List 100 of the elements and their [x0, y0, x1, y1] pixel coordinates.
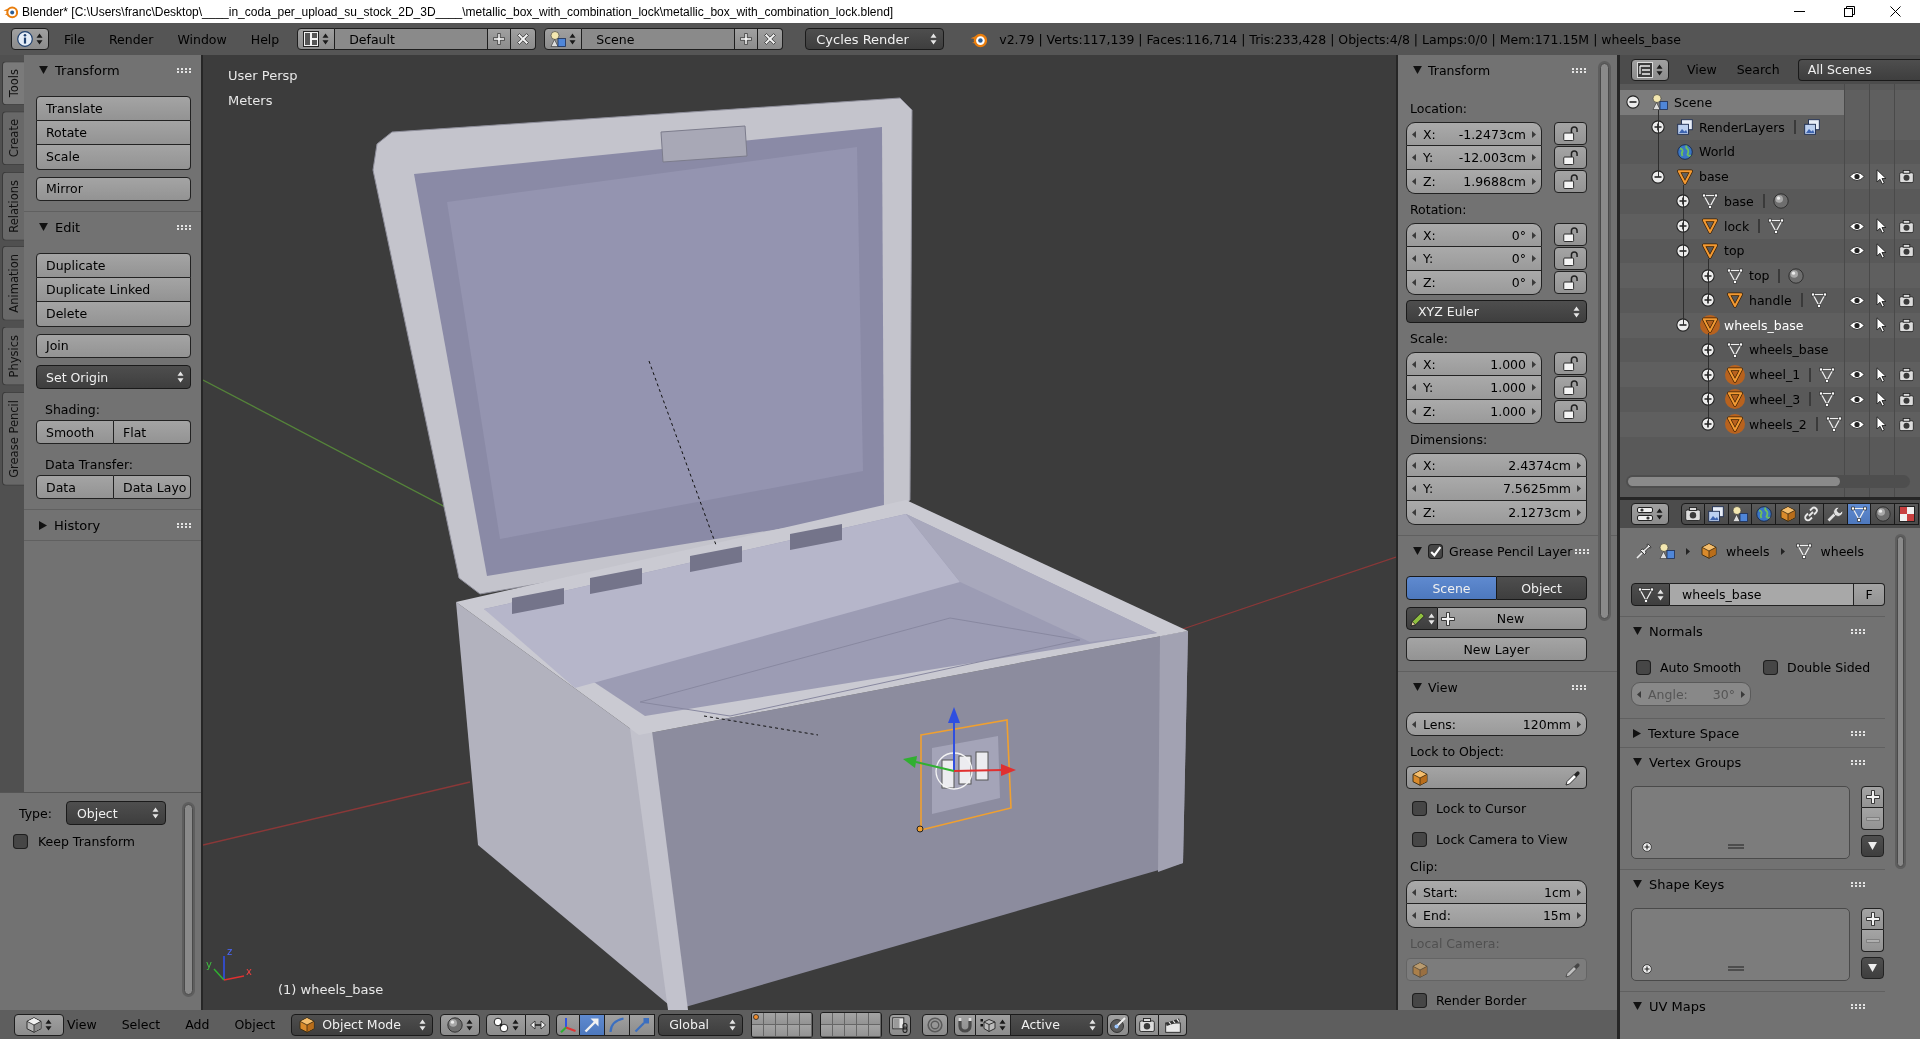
editor-type-dropdown[interactable] — [14, 1013, 64, 1036]
outliner-item[interactable]: Scene — [1620, 90, 1920, 115]
panel-header[interactable]: Texture Space — [1620, 719, 1885, 747]
outliner-item[interactable]: wheel_1 — [1620, 362, 1920, 387]
menu-item[interactable]: Help — [238, 31, 292, 47]
number-field[interactable]: X: 0° — [1406, 223, 1542, 247]
fake-user-button[interactable]: F — [1854, 583, 1885, 606]
lock-toggle[interactable] — [1554, 146, 1587, 169]
eye-icon[interactable] — [1848, 418, 1865, 430]
number-field[interactable]: Z: 2.1273cm — [1406, 501, 1587, 525]
number-field[interactable]: X: 1.000 — [1406, 352, 1542, 376]
mesh-browse-dropdown[interactable] — [1631, 583, 1670, 606]
display-mode-dropdown[interactable]: All Scenes — [1797, 58, 1920, 81]
context-tab[interactable] — [1728, 503, 1753, 525]
lock-toggle[interactable] — [1554, 247, 1587, 270]
outliner-item[interactable]: base — [1620, 189, 1920, 214]
layer-button[interactable] — [821, 1012, 834, 1025]
eye-icon[interactable] — [1848, 294, 1865, 306]
layer-button[interactable] — [869, 1012, 882, 1025]
layer-button[interactable] — [776, 1012, 789, 1025]
camera-icon[interactable] — [1899, 416, 1914, 432]
tool-button[interactable]: Rotate — [36, 120, 191, 145]
checkbox-label[interactable]: Lock to Cursor — [1436, 800, 1527, 816]
new-layer-button[interactable]: New Layer — [1406, 637, 1587, 661]
eye-icon[interactable] — [1848, 171, 1865, 183]
remove-button[interactable] — [758, 28, 784, 50]
layer-link-button[interactable] — [889, 1013, 912, 1036]
number-field[interactable]: Start: 1cm — [1406, 880, 1587, 904]
camera-icon[interactable] — [1899, 169, 1914, 185]
tool-button[interactable]: Duplicate Linked — [36, 277, 191, 302]
screen-layout-field[interactable]: Default — [335, 28, 489, 50]
pivot-dropdown[interactable] — [486, 1013, 527, 1036]
pin-icon[interactable] — [1636, 543, 1652, 559]
lock-toggle[interactable] — [1554, 271, 1587, 294]
cursor-arrow-icon[interactable] — [1876, 292, 1887, 309]
pivot-toggle[interactable] — [526, 1013, 551, 1036]
shelf-tab[interactable]: Tools — [2, 61, 24, 106]
menu-item[interactable]: Window — [165, 31, 239, 47]
menu-item[interactable]: View — [1687, 62, 1717, 77]
context-tab[interactable] — [1752, 503, 1777, 525]
context-tab[interactable] — [1776, 503, 1800, 525]
close-icon[interactable] — [1890, 6, 1901, 17]
transform-manipulator[interactable] — [903, 707, 1016, 790]
outliner-item[interactable]: RenderLayers — [1620, 114, 1920, 140]
snap-element-dropdown[interactable] — [976, 1013, 1012, 1036]
camera-icon[interactable] — [1899, 218, 1914, 234]
camera-icon[interactable] — [1899, 292, 1914, 308]
panel-header[interactable]: Transform — [24, 55, 201, 85]
number-field[interactable]: Y: 1.000 — [1406, 376, 1542, 400]
cursor-arrow-icon[interactable] — [1876, 168, 1887, 185]
object-field[interactable] — [1406, 766, 1587, 789]
dropdown[interactable]: Set Origin — [36, 365, 191, 389]
number-field[interactable]: Y: 7.5625mm — [1406, 477, 1587, 501]
layer-button[interactable] — [788, 1012, 801, 1025]
menu-item[interactable]: File — [52, 31, 97, 47]
plus-circle-icon[interactable] — [1642, 842, 1652, 852]
panel-header[interactable]: Grease Pencil Layer — [1398, 536, 1617, 566]
tool-button[interactable]: Translate — [36, 96, 191, 121]
cursor-arrow-icon[interactable] — [1876, 242, 1887, 259]
snap-align-button[interactable] — [1107, 1013, 1130, 1036]
number-field[interactable]: End: 15m — [1406, 904, 1587, 928]
manipulator-button[interactable] — [630, 1013, 656, 1036]
menu-item[interactable]: View — [67, 1017, 97, 1032]
tool-button[interactable]: Delete — [36, 302, 191, 327]
context-tab[interactable] — [1895, 503, 1919, 525]
grip-lines-icon[interactable] — [1728, 966, 1744, 971]
menu-item[interactable]: Render — [96, 31, 166, 47]
panel-header[interactable]: UV Maps — [1620, 992, 1885, 1020]
panel-header[interactable]: Shape Keys — [1620, 870, 1885, 898]
outliner-item[interactable]: wheels_2 — [1620, 411, 1920, 437]
minus-circle-icon[interactable] — [1676, 243, 1690, 258]
outliner-item[interactable]: lock — [1620, 213, 1920, 239]
number-field[interactable]: Y: 0° — [1406, 247, 1542, 271]
checkbox-label[interactable]: Double Sided — [1787, 659, 1871, 675]
cursor-arrow-icon[interactable] — [1876, 391, 1887, 408]
tool-button[interactable]: Data — [36, 475, 114, 499]
editor-type-dropdown[interactable] — [1631, 503, 1669, 525]
panel-header[interactable]: View — [1398, 672, 1617, 702]
eye-icon[interactable] — [1848, 220, 1865, 232]
panel-header[interactable]: Transform — [1398, 55, 1617, 85]
outliner-item[interactable]: top — [1620, 263, 1920, 288]
remove-button[interactable] — [1861, 930, 1884, 952]
number-field[interactable]: Z: 1.9688cm — [1406, 170, 1542, 194]
menu-item[interactable]: Object — [234, 1017, 276, 1032]
context-tab[interactable] — [1704, 503, 1729, 525]
menu-button[interactable] — [1861, 957, 1884, 979]
remove-button[interactable] — [511, 28, 537, 50]
menu-item[interactable]: Search — [1736, 62, 1780, 77]
shelf-tab[interactable]: Grease Pencil — [2, 391, 24, 486]
layer-button[interactable] — [833, 1012, 846, 1025]
lock-toggle[interactable] — [1554, 170, 1587, 193]
add-button[interactable] — [735, 28, 759, 50]
layer-button[interactable] — [752, 1012, 765, 1025]
context-tab[interactable] — [1823, 503, 1848, 525]
shelf-tab[interactable]: Physics — [2, 327, 24, 386]
lock-toggle[interactable] — [1554, 376, 1587, 399]
shelf-tab[interactable]: Create — [2, 111, 24, 166]
checkbox[interactable] — [1763, 659, 1778, 675]
menu-button[interactable] — [1861, 835, 1884, 857]
remove-button[interactable] — [1861, 808, 1884, 830]
